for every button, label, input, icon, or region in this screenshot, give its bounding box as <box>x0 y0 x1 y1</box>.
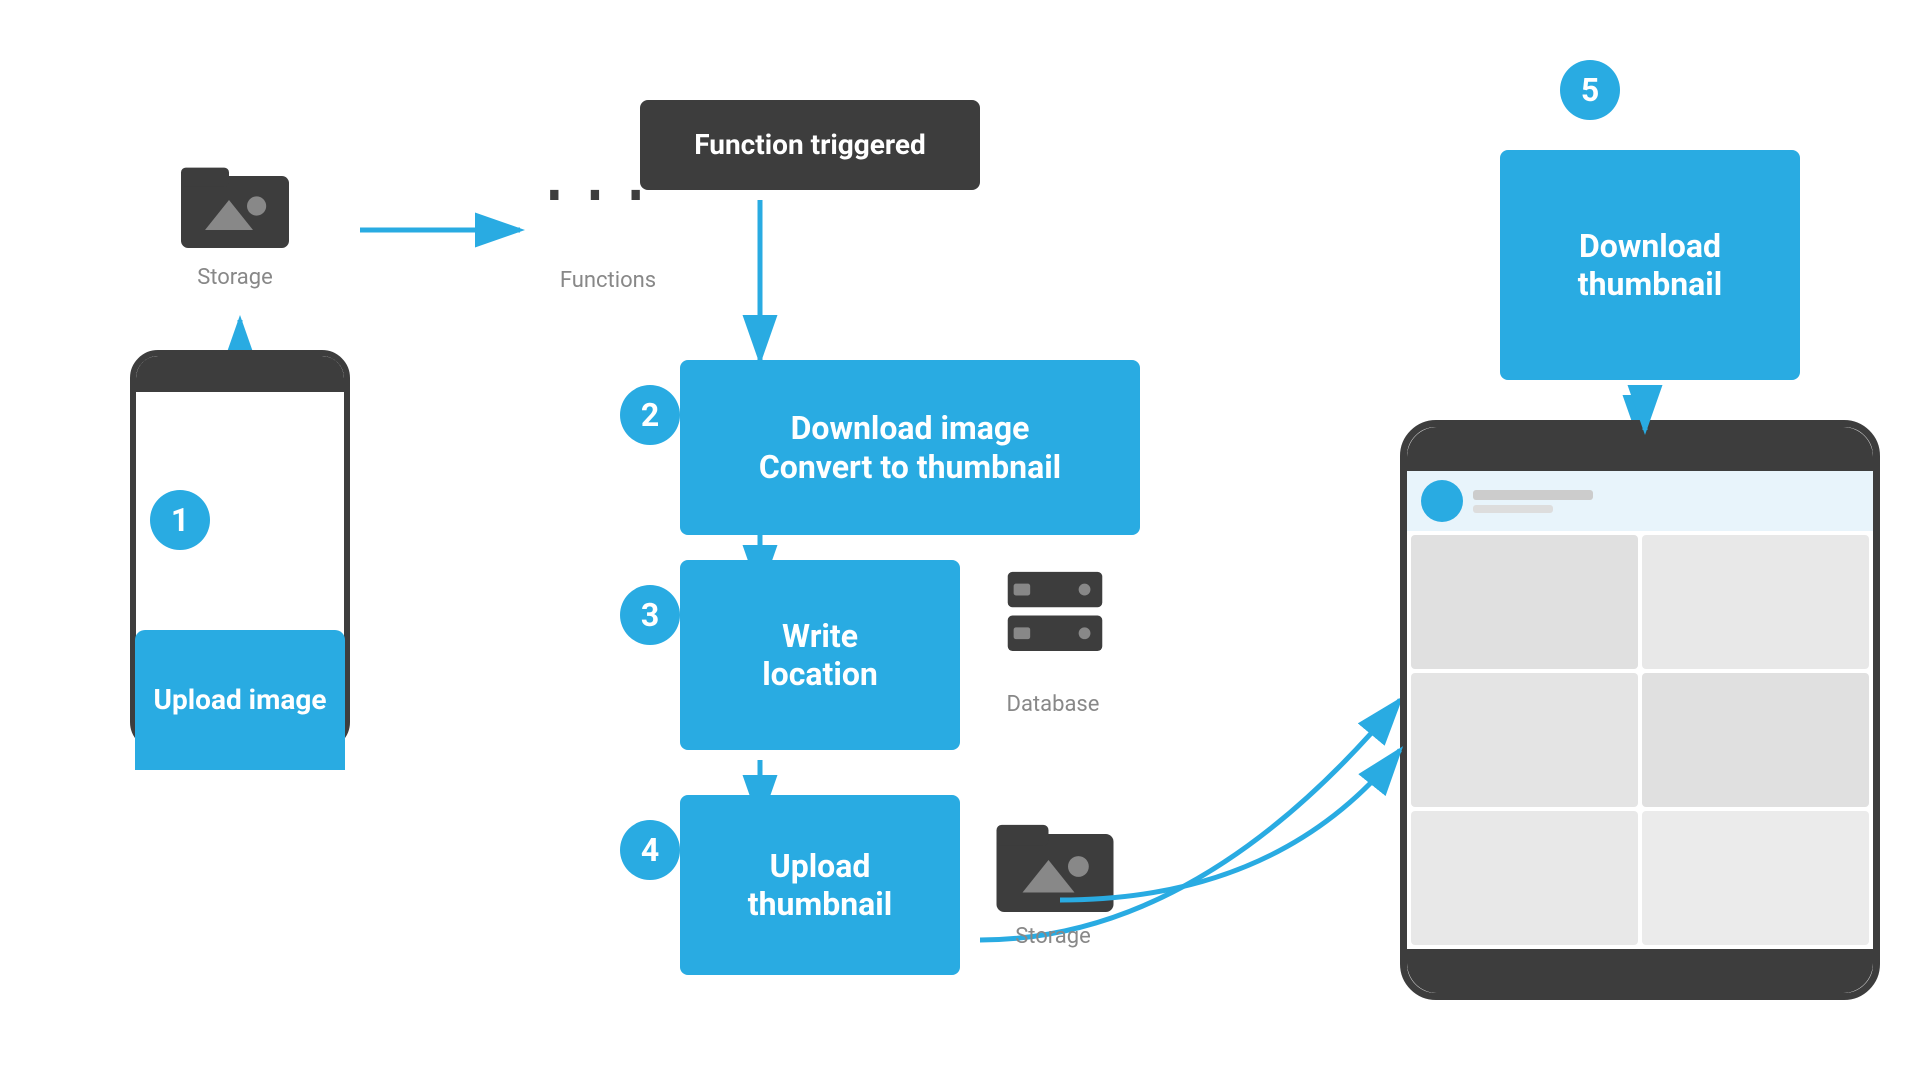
thumbnail-grid <box>1407 531 1873 949</box>
avatar-circle <box>1421 480 1463 522</box>
grid-cell-1 <box>1411 535 1638 669</box>
grid-cell-4 <box>1642 673 1869 807</box>
grid-cell-6 <box>1642 811 1869 945</box>
grid-cell-3 <box>1411 673 1638 807</box>
write-location-box: Write location <box>680 560 960 750</box>
right-phone-bottom <box>1407 949 1873 993</box>
grid-cell-2 <box>1642 535 1869 669</box>
grid-cell-5 <box>1411 811 1638 945</box>
app-bar <box>1407 471 1873 531</box>
download-thumbnail-label: Download thumbnail <box>1578 227 1722 304</box>
app-bar-text-lines <box>1473 490 1593 513</box>
functions-label: Functions <box>558 268 658 293</box>
download-convert-box: Download image Convert to thumbnail <box>680 360 1140 535</box>
right-phone <box>1400 420 1880 1000</box>
database-label: Database <box>998 692 1108 717</box>
storage-icon-bottom <box>990 800 1120 924</box>
right-phone-screen <box>1407 471 1873 949</box>
storage-label-bottom: Storage <box>998 924 1108 949</box>
write-location-label: Write location <box>762 617 878 694</box>
upload-image-box: Upload image <box>135 630 345 770</box>
step-3-badge: 3 <box>620 585 680 645</box>
upload-thumbnail-label: Upload thumbnail <box>748 847 892 924</box>
diagram: 1 Upload image Storage {···} Functions F… <box>0 0 1920 1080</box>
storage-icon-left <box>175 140 295 264</box>
phone-top <box>136 356 344 392</box>
step-5-badge: 5 <box>1560 60 1620 120</box>
download-convert-label: Download image Convert to thumbnail <box>759 409 1061 486</box>
storage-label-left: Storage <box>195 265 275 290</box>
function-triggered-box: Function triggered <box>640 100 980 190</box>
step-4-badge: 4 <box>620 820 680 880</box>
upload-thumbnail-box: Upload thumbnail <box>680 795 960 975</box>
download-thumbnail-box: Download thumbnail <box>1500 150 1800 380</box>
database-icon <box>990 560 1120 694</box>
step-1-badge: 1 <box>150 490 210 550</box>
right-phone-top <box>1407 427 1873 471</box>
step-2-badge: 2 <box>620 385 680 445</box>
